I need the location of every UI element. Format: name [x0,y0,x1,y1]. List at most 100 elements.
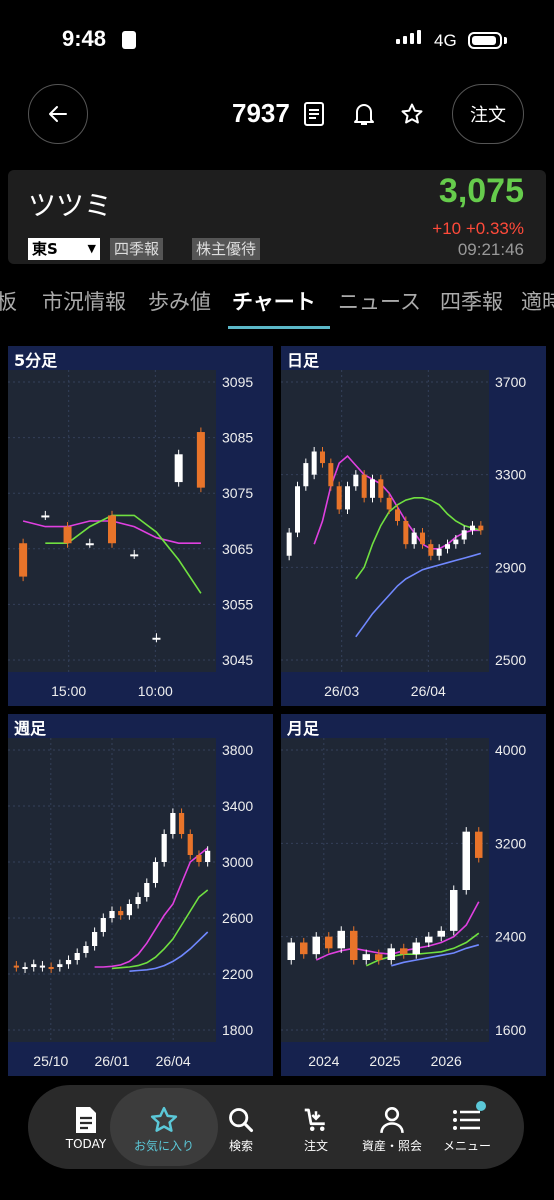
y-tick-label: 3200 [495,835,526,851]
x-tick-label: 25/10 [33,1053,68,1069]
nav-search-label: 検索 [228,1139,253,1153]
nav-assets[interactable]: 資産・照会 [352,1103,432,1154]
candle [65,960,72,965]
candle [412,942,420,955]
star-icon[interactable] [400,102,424,126]
tab-news[interactable]: ニュース [338,286,421,316]
candle [57,964,63,967]
order-button[interactable]: 注文 [452,84,524,144]
candle [161,834,167,862]
candle [174,454,183,483]
y-tick-label: 3065 [222,541,253,557]
tab-board[interactable]: 板 [0,286,17,316]
candle [436,548,442,556]
candle [39,965,46,968]
y-tick-label: 1800 [222,1022,253,1038]
candle [462,831,470,890]
candle [311,451,317,475]
stock-name: ツツミ [28,189,113,222]
candle [420,532,425,545]
tab-chart[interactable]: チャート [232,286,316,316]
tab-market[interactable]: 市況情報 [42,286,126,316]
id-badge-icon [122,31,136,49]
candle [425,936,433,943]
candle [387,948,395,960]
candle [300,942,308,955]
person-icon [380,1107,404,1133]
candle [312,936,320,955]
nav-assets-label: 資産・照会 [361,1139,422,1153]
x-tick-label: 26/04 [411,683,446,699]
chart-daily-svg: 3700 3300 2900 2500 26/03 26/04 [281,370,526,699]
candle [196,855,202,862]
candle [453,539,459,545]
arrow-left-icon [49,106,67,122]
exchange-select[interactable]: 東S ▼ [28,238,100,260]
candle [287,942,295,960]
candle [92,932,98,946]
nav-order-label: 注文 [303,1139,328,1153]
candle [83,946,89,953]
dropdown-arrow-icon: ▼ [87,242,96,255]
candle [74,953,80,960]
candle [135,897,141,904]
y-tick-label: 3075 [222,485,253,501]
stock-code: 7937 [232,98,290,128]
candle [63,526,72,544]
exchange-label: 東S [32,240,58,258]
chart-5min[interactable]: 3095 3085 3075 3065 3055 3045 15:00 10:00 5分足 [8,346,273,706]
candle [31,964,37,967]
note-icon[interactable] [303,101,325,127]
candle [378,479,384,498]
nav-menu-label: メニュー [442,1139,491,1153]
candle [48,967,54,969]
nav-search[interactable]: 検索 [201,1103,281,1154]
bell-icon[interactable] [352,101,376,127]
nav-favorites[interactable]: お気に入り [124,1103,204,1154]
nav-order[interactable]: 注文 [276,1103,356,1154]
x-tick-label: 26/04 [156,1053,191,1069]
candle [395,509,400,521]
tag-yutai[interactable]: 株主優待 [192,238,261,260]
y-tick-label: 3300 [495,467,526,483]
x-tick-label: 2025 [369,1053,400,1069]
candle [41,515,50,518]
candle [170,813,176,834]
status-time: 9:48 [62,26,107,51]
menu-icon [453,1110,480,1130]
candle [428,544,434,556]
y-tick-label: 3055 [222,596,253,612]
candle [450,890,458,931]
candle [328,463,334,487]
y-tick-label: 3800 [222,742,253,758]
nav-today[interactable]: TODAY [46,1103,126,1151]
chart-monthly[interactable]: 4000 3200 2400 1600 2024 2025 2026 月足 [281,714,546,1076]
candle [470,525,475,531]
y-tick-label: 2200 [222,966,253,982]
y-tick-label: 3400 [222,798,253,814]
y-tick-label: 3000 [222,854,253,870]
tab-ticks[interactable]: 歩み値 [148,286,211,316]
chart-title: 5分足 [14,351,58,370]
tab-shikiho[interactable]: 四季報 [440,286,503,316]
candle [461,530,467,540]
candle [361,474,367,498]
candle [295,486,300,533]
candle [325,936,333,949]
nav-menu[interactable]: メニュー [427,1103,507,1154]
candle [109,911,115,918]
y-tick-label: 3700 [495,374,526,390]
nav-today-label: TODAY [65,1137,107,1151]
y-tick-label: 2900 [495,559,526,575]
candle [205,850,211,862]
tag-shikiho[interactable]: 四季報 [110,238,164,260]
x-tick-label: 26/01 [94,1053,129,1069]
candle [286,532,292,556]
candle [411,532,417,545]
chart-5min-svg: 3095 3085 3075 3065 3055 3045 15:00 10:00 [8,370,253,699]
candle [350,930,358,960]
tab-disclosure[interactable]: 適時 [521,286,554,316]
chart-daily[interactable]: 3700 3300 2900 2500 26/03 26/04 日足 [281,346,546,706]
chart-weekly[interactable]: 3800 3400 3000 2600 2200 1800 25/10 26/01 26/04 … [8,714,273,1076]
back-button[interactable] [28,84,88,144]
